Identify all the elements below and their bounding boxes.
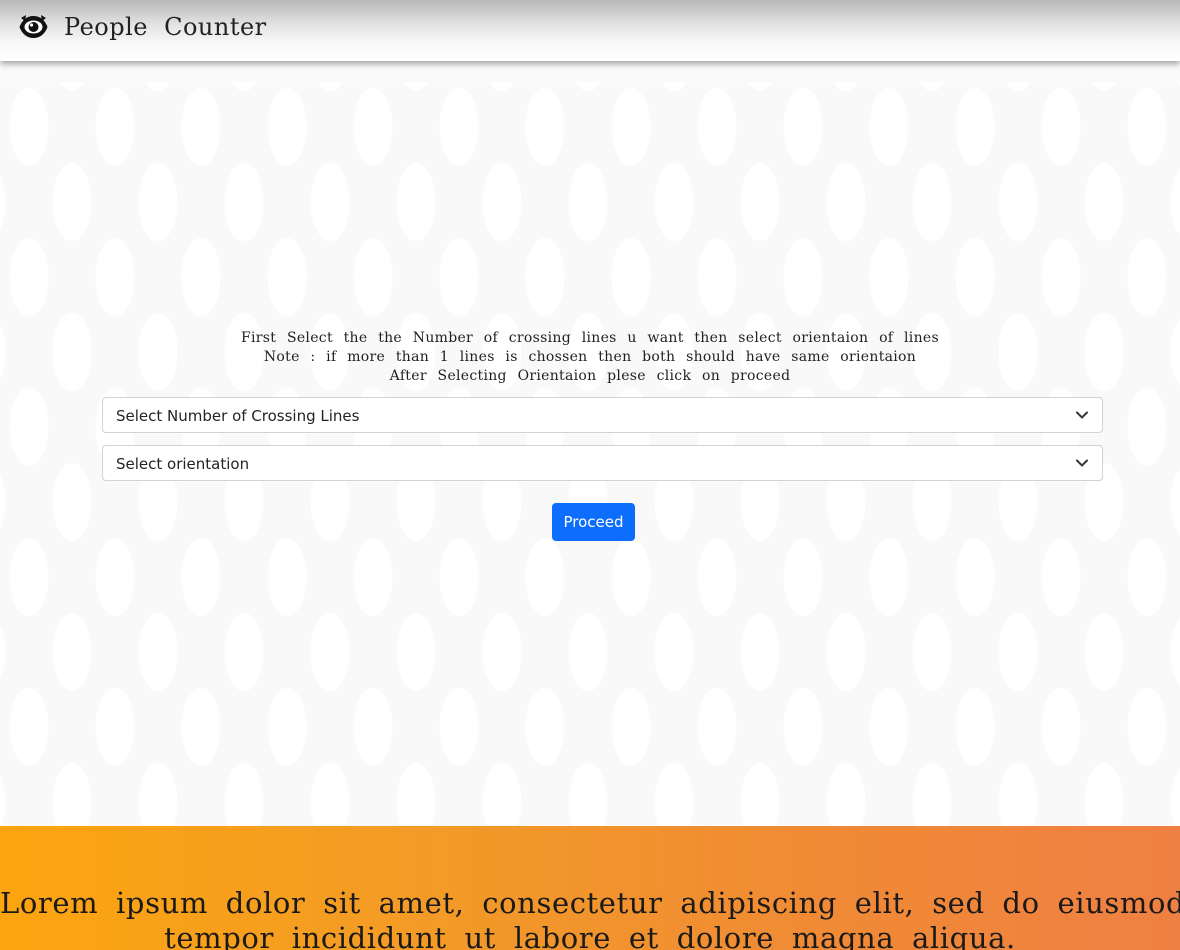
footer-line: Lorem ipsum dolor sit amet, consectetur … bbox=[0, 886, 1180, 920]
brand[interactable]: People Counter bbox=[18, 12, 267, 42]
instruction-line: Note : if more than 1 lines is chossen t… bbox=[263, 349, 917, 365]
main-section: First Select the the Number of crossing … bbox=[0, 82, 1180, 826]
footer: Lorem ipsum dolor sit amet, consectetur … bbox=[0, 826, 1180, 950]
footer-line: tempor incididunt ut labore et dolore ma… bbox=[164, 921, 1016, 950]
chevron-down-icon bbox=[1076, 411, 1088, 419]
instruction-line: First Select the the Number of crossing … bbox=[241, 330, 939, 346]
footer-text: Lorem ipsum dolor sit amet, consectetur … bbox=[0, 886, 1180, 950]
proceed-button[interactable]: Proceed bbox=[552, 503, 635, 541]
instruction-line: After Selecting Orientaion plese click o… bbox=[389, 368, 791, 384]
app-title: People Counter bbox=[64, 13, 267, 41]
orientation-select[interactable]: Select orientation bbox=[102, 445, 1103, 481]
instructions: First Select the the Number of crossing … bbox=[0, 329, 1180, 386]
orientation-select-value: Select orientation bbox=[116, 455, 250, 473]
chevron-down-icon bbox=[1076, 459, 1088, 467]
eye-logo-icon bbox=[19, 15, 48, 38]
navbar: People Counter bbox=[0, 0, 1180, 61]
crossing-lines-select[interactable]: Select Number of Crossing Lines bbox=[102, 397, 1103, 433]
crossing-lines-select-value: Select Number of Crossing Lines bbox=[116, 407, 360, 425]
